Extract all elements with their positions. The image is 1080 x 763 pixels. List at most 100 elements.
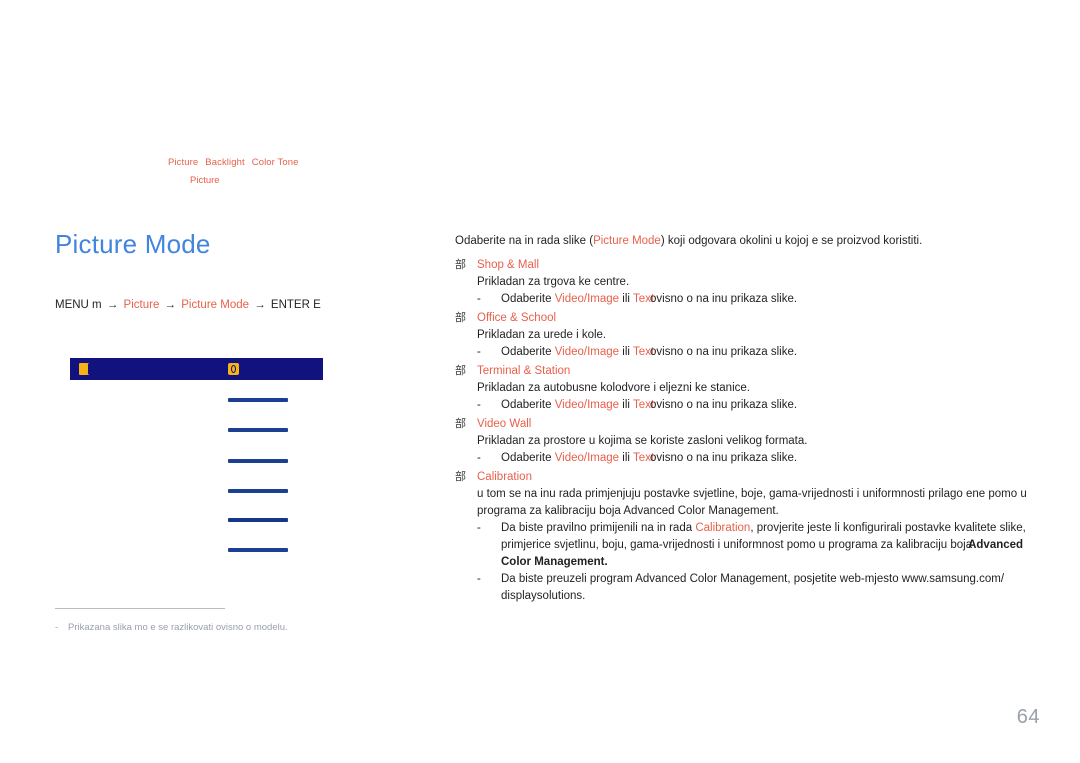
osd-menu-row	[228, 459, 288, 463]
osd-menu-row	[228, 398, 288, 402]
osd-menu-row	[228, 518, 288, 522]
sub-bullet-text: Odaberite Video/Image ili Textovisno o n…	[501, 344, 1035, 361]
mode-sub-bullet: - Odaberite Video/Image ili Textovisno o…	[477, 291, 1035, 308]
mode-block: 部 Video Wall Prikladan za prostore u koj…	[455, 415, 1035, 467]
sub-bullet-text: Odaberite Video/Image ili Textovisno o n…	[501, 397, 1035, 414]
mode-block-calibration: 部 Calibration u tom se na inu rada primj…	[455, 468, 1035, 605]
sub-text-before: Odaberite	[501, 346, 555, 358]
sub-text-mid: ili	[619, 346, 633, 358]
mode-description: Prikladan za trgova ke centre.	[477, 276, 630, 288]
sub-bullet-text: Odaberite Video/Image ili Textovisno o n…	[501, 450, 1035, 467]
sub-bullet-text: Odaberite Video/Image ili Textovisno o n…	[501, 291, 1035, 308]
breadcrumb-item-backlight: Backlight	[205, 157, 245, 168]
mode-name: Video Wall	[477, 418, 532, 430]
sub-text-after: ovisno o na inu prikaza slike.	[650, 399, 798, 411]
menu-path-menu-key: MENU m	[55, 299, 102, 311]
sub-highlight-video-image: Video/Image	[554, 346, 620, 358]
sub-text-before: Odaberite	[501, 399, 555, 411]
mode-sub-bullet: - Odaberite Video/Image ili Textovisno o…	[477, 344, 1035, 361]
footnote-divider	[55, 608, 225, 609]
sub-text-mid: ili	[619, 293, 633, 305]
sub-text-line2a: svjetlinu, boju, gama-vrijednosti i unif…	[554, 539, 973, 551]
bullet-icon: 部	[455, 417, 466, 430]
mode-description-line1: u tom se na inu rada primjenjuju postavk…	[477, 488, 1027, 500]
menu-path-step-picture-mode: Picture Mode	[181, 299, 250, 311]
mode-name: Calibration	[477, 471, 532, 483]
breadcrumb-sub: Picture	[190, 175, 220, 186]
sub-text-before: Odaberite	[501, 293, 555, 305]
mode-block: 部 Terminal & Station Prikladan za autobu…	[455, 362, 1035, 414]
bullet-icon: 部	[455, 311, 466, 324]
osd-title-bar	[70, 358, 323, 380]
intro-paragraph: Odaberite na in rada slike (Picture Mode…	[455, 233, 1035, 250]
sub-bullet-dash: -	[477, 452, 481, 464]
sub-text-mid: ili	[619, 399, 633, 411]
mode-name: Shop & Mall	[477, 259, 540, 271]
bullet-icon: 部	[455, 364, 466, 377]
osd-menu-row	[228, 428, 288, 432]
intro-highlight-picture-mode: Picture Mode	[593, 235, 661, 247]
sub-bullet-text: Da biste pravilno primijenili na in rada…	[501, 520, 1035, 571]
left-column: Picture Mode MENU m → Picture → Picture …	[55, 228, 430, 313]
sub-bullet-dash: -	[477, 399, 481, 411]
osd-menu-illustration	[70, 358, 323, 558]
calibration-sub-bullet-2: - Da biste preuzeli program Advanced Col…	[477, 571, 1035, 605]
sub-bullet-dash: -	[477, 346, 481, 358]
mode-heading: 部 Shop & Mall	[455, 256, 1035, 274]
mode-block: 部 Office & School Prikladan za urede i k…	[455, 309, 1035, 361]
arrow-right-icon-1: →	[106, 299, 119, 311]
page-number: 64	[1016, 706, 1040, 728]
picture-icon	[79, 363, 91, 375]
mode-description: Prikladan za urede i kole.	[477, 329, 607, 341]
mode-description-line2: programa za kalibraciju boja Advanced Co…	[477, 505, 779, 517]
osd-menu-row	[228, 548, 288, 552]
page-title: Picture Mode	[55, 229, 211, 259]
breadcrumb-item-color-tone: Color Tone	[251, 157, 299, 168]
sub-highlight-calibration: Calibration	[695, 522, 751, 534]
running-header: Picture Backlight Color Tone Picture	[168, 154, 528, 190]
intro-text-after: ) koji odgovara okolini u kojoj e se pro…	[660, 235, 923, 247]
sub-text-mid: ili	[619, 452, 633, 464]
sub-text-after: ovisno o na inu prikaza slike.	[650, 452, 798, 464]
bullet-icon: 部	[455, 470, 466, 483]
mode-heading: 部 Calibration	[455, 468, 1035, 486]
sub-text-line1: Da biste preuzeli program Advanced Color…	[501, 573, 1005, 585]
calibration-sub-bullet-1: - Da biste pravilno primijenili na in ra…	[477, 520, 1035, 571]
sub-text-after: ovisno o na inu prikaza slike.	[650, 346, 798, 358]
menu-path-step-picture: Picture	[123, 299, 160, 311]
intro-text-before: Odaberite na in rada slike (	[455, 235, 594, 247]
sub-highlight-video-image: Video/Image	[554, 452, 620, 464]
arrow-right-icon-3: →	[254, 299, 266, 311]
sub-text-line2: displaysolutions.	[501, 590, 586, 602]
mode-heading: 部 Office & School	[455, 309, 1035, 327]
breadcrumb-item-picture: Picture	[168, 157, 199, 168]
footnote-row: - Prikazana slika mo e se razlikovati ov…	[55, 621, 435, 635]
mode-name: Terminal & Station	[477, 365, 571, 377]
menu-navigation-path: MENU m → Picture → Picture Mode → ENTER …	[55, 297, 430, 313]
mode-heading: 部 Video Wall	[455, 415, 1035, 433]
sub-bullet-dash: -	[477, 573, 481, 585]
arrow-right-icon-2: →	[164, 299, 177, 311]
osd-menu-row	[228, 489, 288, 493]
mode-name: Office & School	[477, 312, 557, 324]
mode-block: 部 Shop & Mall Prikladan za trgova ke cen…	[455, 256, 1035, 308]
sub-text-after: ovisno o na inu prikaza slike.	[650, 293, 798, 305]
sub-bullet-dash: -	[477, 293, 481, 305]
display-icon	[228, 363, 239, 375]
sub-highlight-video-image: Video/Image	[554, 293, 620, 305]
menu-path-enter-key: ENTER E	[270, 299, 321, 311]
mode-description: Prikladan za prostore u kojima se korist…	[477, 435, 808, 447]
mode-description: Prikladan za autobusne kolodvore i eljez…	[477, 382, 750, 394]
sub-bullet-dash: -	[477, 522, 481, 534]
mode-heading: 部 Terminal & Station	[455, 362, 1035, 380]
mode-sub-bullet: - Odaberite Video/Image ili Textovisno o…	[477, 397, 1035, 414]
right-column: Odaberite na in rada slike (Picture Mode…	[455, 233, 1035, 606]
mode-sub-bullet: - Odaberite Video/Image ili Textovisno o…	[477, 450, 1035, 467]
breadcrumb: Picture Backlight Color Tone	[168, 154, 528, 172]
bullet-icon: 部	[455, 258, 466, 271]
sub-highlight-video-image: Video/Image	[554, 399, 620, 411]
footnote: - Prikazana slika mo e se razlikovati ov…	[55, 608, 435, 635]
footnote-dash: -	[55, 622, 59, 633]
sub-text-before: Odaberite	[501, 452, 555, 464]
sub-bullet-text: Da biste preuzeli program Advanced Color…	[501, 571, 1035, 605]
